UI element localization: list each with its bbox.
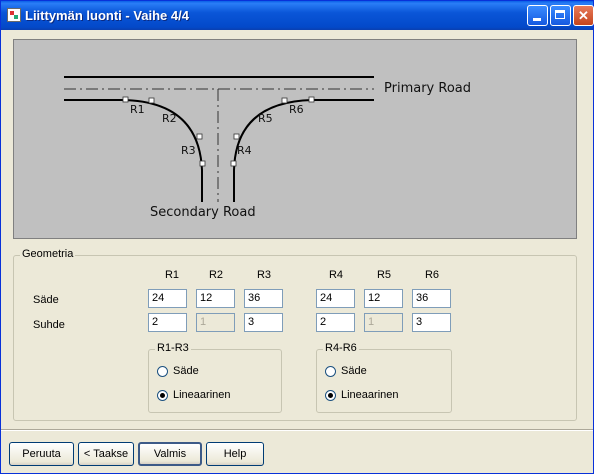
junction-drawing bbox=[64, 76, 374, 202]
cancel-button[interactable]: Peruuta bbox=[9, 442, 74, 466]
r4-r6-group: R4-R6 bbox=[316, 342, 452, 413]
primary-road-label: Primary Road bbox=[384, 81, 471, 96]
close-button[interactable]: ✕ bbox=[573, 5, 594, 26]
maximize-button[interactable] bbox=[550, 5, 571, 26]
control-point bbox=[196, 133, 203, 140]
r4-r6-sade-radio[interactable] bbox=[325, 366, 336, 377]
button-separator bbox=[1, 429, 593, 431]
column-header-r1: R1 bbox=[164, 269, 180, 281]
minimize-button[interactable] bbox=[527, 5, 548, 26]
geometry-group-title: Geometria bbox=[20, 248, 76, 260]
r1-r3-sade-label[interactable]: Säde bbox=[173, 365, 199, 377]
finish-button[interactable]: Valmis bbox=[138, 442, 202, 466]
close-icon: ✕ bbox=[578, 8, 589, 23]
suhde-r2-input: 1 bbox=[196, 313, 235, 332]
maximize-icon bbox=[555, 10, 565, 19]
title-bar[interactable]: Liittymän luonti - Vaihe 4/4 ✕ bbox=[1, 1, 594, 30]
sade-row-label: Säde bbox=[33, 294, 59, 306]
r1-r3-group: R1-R3 bbox=[148, 342, 282, 413]
sade-r6-input[interactable]: 36 bbox=[412, 289, 451, 308]
control-point bbox=[122, 96, 129, 103]
window-title: Liittymän luonti - Vaihe 4/4 bbox=[25, 8, 189, 23]
app-icon bbox=[7, 8, 21, 22]
radius-label-r3: R3 bbox=[181, 144, 196, 157]
control-point bbox=[148, 97, 155, 104]
control-point bbox=[281, 97, 288, 104]
r4-r6-sade-label[interactable]: Säde bbox=[341, 365, 367, 377]
column-header-r3: R3 bbox=[256, 269, 272, 281]
column-header-r6: R6 bbox=[424, 269, 440, 281]
suhde-r6-input[interactable]: 3 bbox=[412, 313, 451, 332]
sade-r3-input[interactable]: 36 bbox=[244, 289, 283, 308]
radius-label-r6: R6 bbox=[289, 103, 304, 116]
suhde-r4-input[interactable]: 2 bbox=[316, 313, 355, 332]
right-curb-curve bbox=[233, 99, 374, 202]
help-button[interactable]: Help bbox=[206, 442, 264, 466]
junction-diagram: Primary Road Secondary Road R1 R2 R3 R4 … bbox=[13, 39, 577, 239]
back-button[interactable]: < Taakse bbox=[78, 442, 134, 466]
r1-r3-sade-radio[interactable] bbox=[157, 366, 168, 377]
sade-r2-input[interactable]: 12 bbox=[196, 289, 235, 308]
radius-label-r1: R1 bbox=[130, 103, 145, 116]
sade-r5-input[interactable]: 12 bbox=[364, 289, 403, 308]
r4-r6-group-title: R4-R6 bbox=[323, 342, 359, 354]
sade-r1-input[interactable]: 24 bbox=[148, 289, 187, 308]
radius-label-r5: R5 bbox=[258, 112, 273, 125]
wizard-window: Liittymän luonti - Vaihe 4/4 ✕ Primary R… bbox=[0, 0, 594, 474]
r4-r6-lineaarinen-radio[interactable] bbox=[325, 390, 336, 401]
control-point bbox=[199, 160, 206, 167]
control-point bbox=[233, 133, 240, 140]
suhde-r5-input: 1 bbox=[364, 313, 403, 332]
r1-r3-group-title: R1-R3 bbox=[155, 342, 191, 354]
geometry-group: Geometria bbox=[13, 248, 577, 421]
control-point bbox=[230, 160, 237, 167]
column-header-r5: R5 bbox=[376, 269, 392, 281]
control-point bbox=[308, 96, 315, 103]
sade-r4-input[interactable]: 24 bbox=[316, 289, 355, 308]
suhde-row-label: Suhde bbox=[33, 319, 65, 331]
r4-r6-lineaarinen-label[interactable]: Lineaarinen bbox=[341, 389, 399, 401]
radius-label-r4: R4 bbox=[237, 144, 252, 157]
suhde-r1-input[interactable]: 2 bbox=[148, 313, 187, 332]
radius-label-r2: R2 bbox=[162, 112, 177, 125]
column-header-r2: R2 bbox=[208, 269, 224, 281]
r1-r3-lineaarinen-label[interactable]: Lineaarinen bbox=[173, 389, 231, 401]
secondary-road-label: Secondary Road bbox=[150, 205, 256, 220]
minimize-icon bbox=[533, 18, 541, 21]
suhde-r3-input[interactable]: 3 bbox=[244, 313, 283, 332]
r1-r3-lineaarinen-radio[interactable] bbox=[157, 390, 168, 401]
column-header-r4: R4 bbox=[328, 269, 344, 281]
